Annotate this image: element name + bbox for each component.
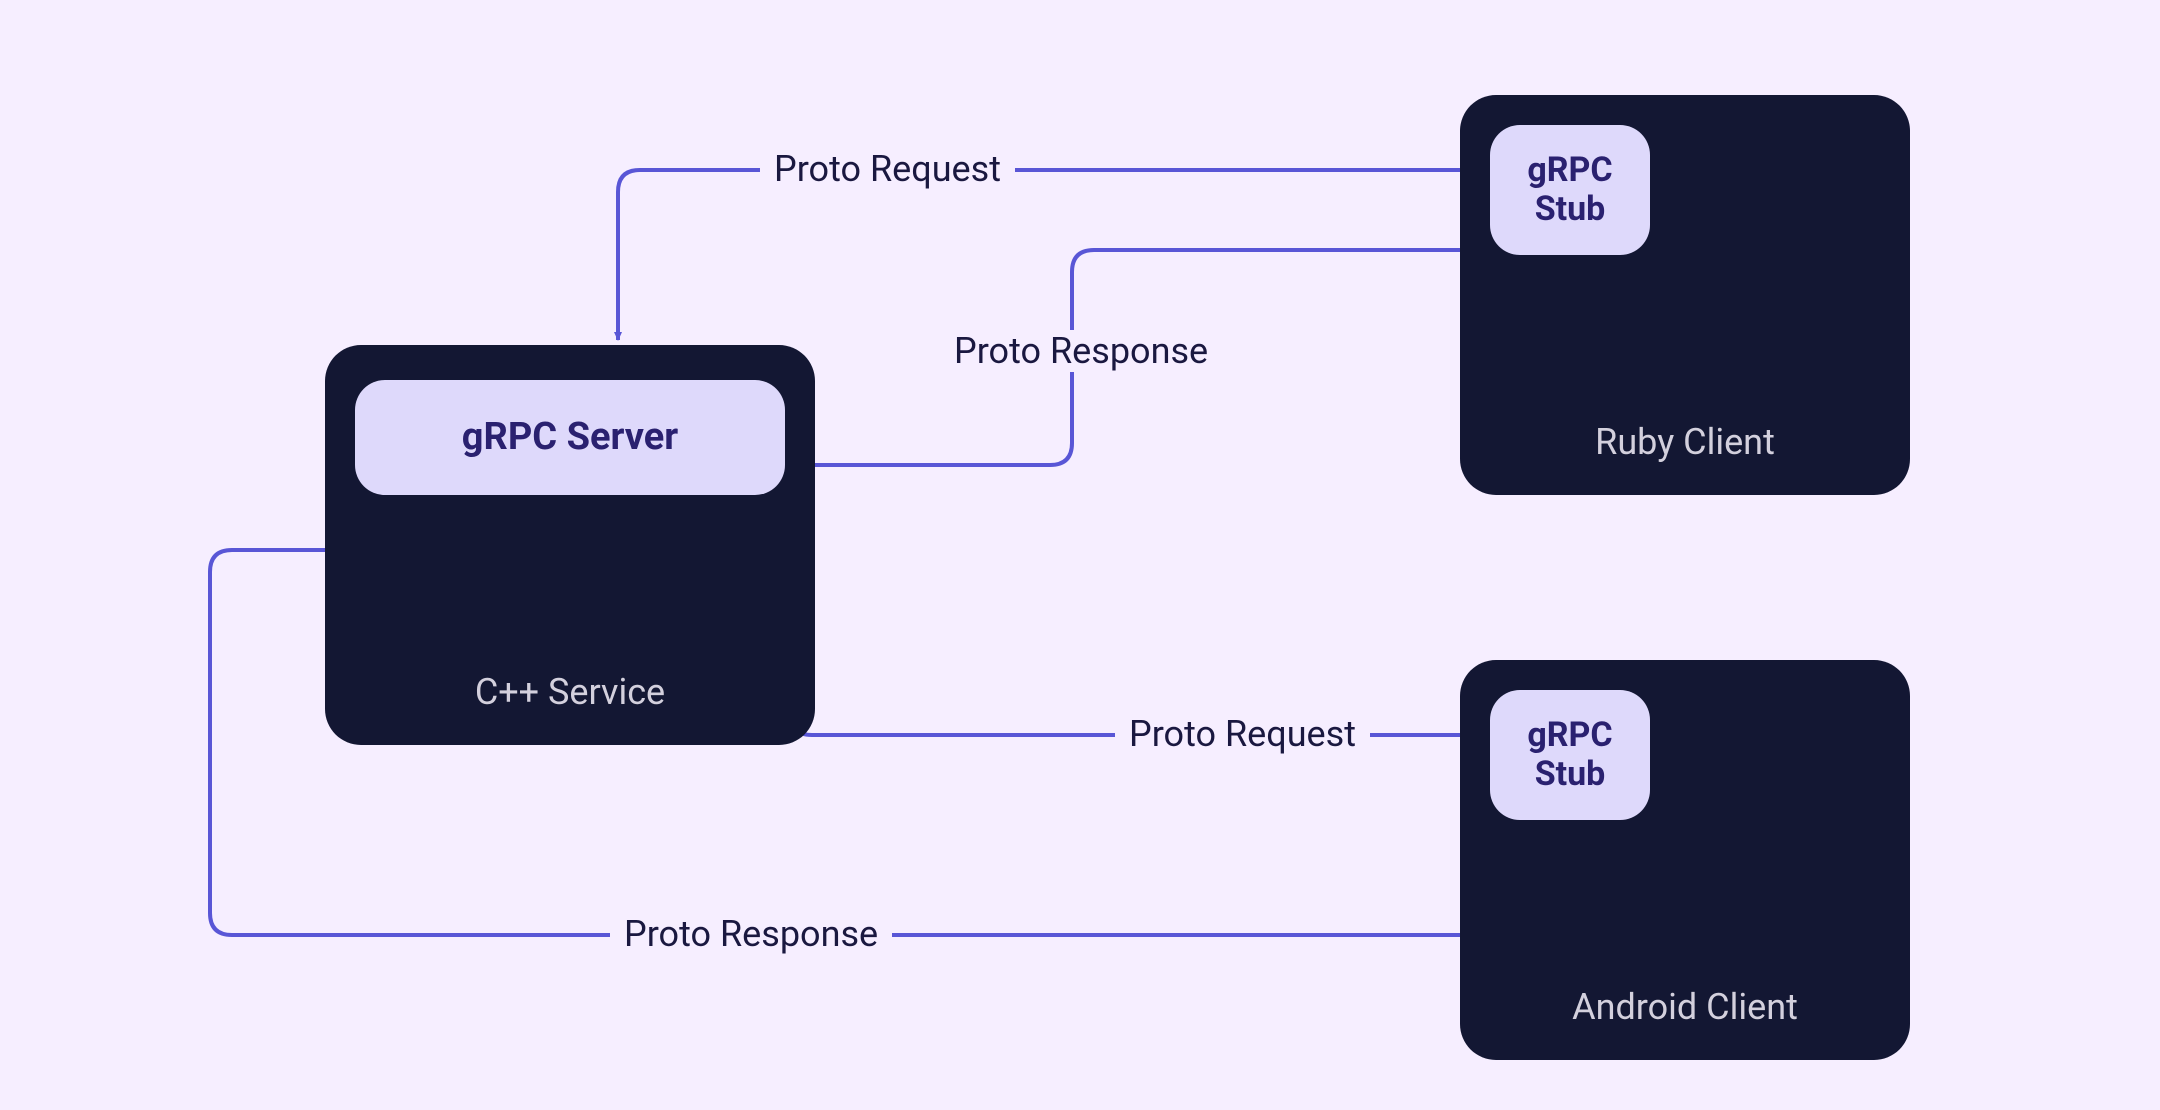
node-server: gRPC Server C++ Service bbox=[325, 345, 815, 745]
pill-android-stub-label: gRPC Stub bbox=[1527, 716, 1612, 794]
diagram-canvas: gRPC Server C++ Service gRPC Stub Ruby C… bbox=[0, 0, 2160, 1110]
node-ruby-client: gRPC Stub Ruby Client bbox=[1460, 95, 1910, 495]
node-ruby-caption: Ruby Client bbox=[1460, 421, 1910, 463]
node-server-caption: C++ Service bbox=[325, 671, 815, 713]
label-ruby-response: Proto Response bbox=[940, 330, 1222, 372]
label-android-response: Proto Response bbox=[610, 913, 892, 955]
pill-ruby-stub: gRPC Stub bbox=[1490, 125, 1650, 255]
pill-android-stub: gRPC Stub bbox=[1490, 690, 1650, 820]
label-ruby-request: Proto Request bbox=[760, 148, 1015, 190]
node-android-caption: Android Client bbox=[1460, 986, 1910, 1028]
node-android-client: gRPC Stub Android Client bbox=[1460, 660, 1910, 1060]
pill-grpc-server-label: gRPC Server bbox=[462, 416, 678, 460]
pill-grpc-server: gRPC Server bbox=[355, 380, 785, 495]
edge-ruby-request bbox=[618, 170, 1475, 340]
label-android-request: Proto Request bbox=[1115, 713, 1370, 755]
edge-android-request bbox=[743, 538, 1475, 735]
pill-ruby-stub-label: gRPC Stub bbox=[1527, 151, 1612, 229]
